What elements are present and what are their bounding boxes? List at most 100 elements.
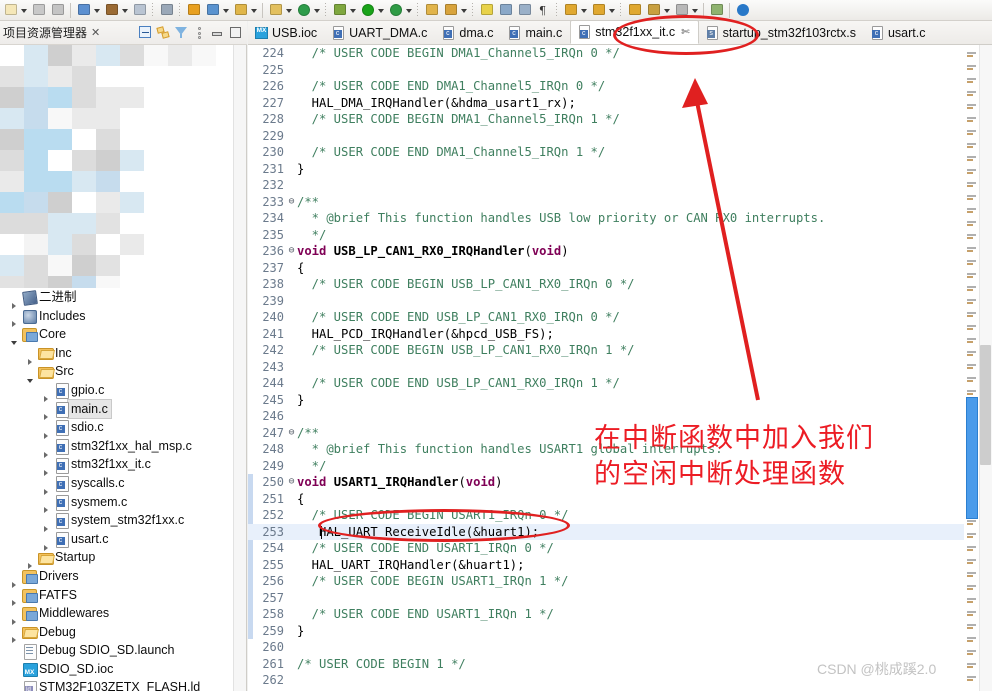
build-all-icon[interactable] [75, 2, 92, 19]
overview-visible-range[interactable] [966, 397, 978, 519]
view-menu-icon[interactable] [192, 25, 207, 40]
profile-icon-group[interactable] [386, 1, 414, 20]
code-line[interactable]: 235 */ [248, 227, 964, 244]
binary-file-icon[interactable] [131, 2, 148, 19]
tree-item-[interactable]: 二进制 [0, 288, 246, 309]
highlight-icon-group[interactable] [477, 1, 496, 20]
tree-item-stm32f1xx-it-c[interactable]: stm32f1xx_it.c [0, 455, 246, 477]
next-annotation-icon-group[interactable] [625, 1, 644, 20]
filter-icon[interactable] [174, 25, 189, 40]
code-line[interactable]: 243 [248, 359, 964, 376]
code-line[interactable]: 237 { [248, 260, 964, 277]
chevron-down-icon[interactable] [608, 2, 617, 19]
highlight-icon[interactable] [478, 2, 495, 19]
search-icon-group[interactable] [157, 1, 176, 20]
fold-toggle-icon[interactable]: ⊖ [287, 243, 296, 260]
toolbar-drag-handle[interactable] [178, 2, 182, 18]
code-line[interactable]: 258 /* USER CODE END USART1_IRQn 1 */ [248, 606, 964, 623]
chevron-down-icon[interactable] [121, 2, 130, 19]
bookmark-down-icon-group[interactable] [561, 1, 589, 20]
build-all-icon-group[interactable] [74, 1, 102, 20]
code-line[interactable]: 255 HAL_UART_IRQHandler(&huart1); [248, 557, 964, 574]
tree-item-system-stm32f1xx-c[interactable]: system_stm32f1xx.c [0, 511, 246, 532]
search-icon[interactable] [158, 2, 175, 19]
toolbar-drag-handle[interactable] [471, 2, 475, 18]
debug-icon-group[interactable] [330, 1, 358, 20]
sidebar-scrollbar[interactable] [233, 45, 246, 691]
minimize-view-icon[interactable] [210, 25, 225, 40]
debug-icon[interactable] [331, 2, 348, 19]
editor-tab-main-c[interactable]: c main.c [501, 21, 570, 44]
save-icon[interactable] [30, 2, 47, 19]
code-line[interactable]: 228 /* USER CODE BEGIN DMA1_Channel5_IRQ… [248, 111, 964, 128]
maximize-view-icon[interactable] [228, 25, 243, 40]
tree-item-core[interactable]: Core [0, 325, 246, 346]
bookmark-down-icon[interactable] [562, 2, 579, 19]
tree-item-debug-sdio-sd-launch[interactable]: Debug SDIO_SD.launch [0, 641, 246, 660]
tree-item-sysmem-c[interactable]: sysmem.c [0, 493, 246, 514]
editor-vertical-scrollbar[interactable] [979, 45, 992, 691]
chevron-down-icon[interactable] [349, 2, 358, 19]
next-annotation-icon[interactable] [626, 2, 643, 19]
open-resource-icon[interactable] [423, 2, 440, 19]
tree-item-middlewares[interactable]: Middlewares [0, 604, 246, 625]
code-line[interactable]: 236 ⊖ void USB_LP_CAN1_RX0_IRQHandler(void… [248, 243, 964, 260]
tree-item-sdio-sd-ioc[interactable]: SDIO_SD.ioc [0, 660, 246, 682]
toolbar-drag-handle[interactable] [555, 2, 559, 18]
new-c-project-icon-group[interactable] [266, 1, 294, 20]
new-file-icon-group[interactable] [1, 1, 29, 20]
tree-item-fatfs[interactable]: FATFS [0, 586, 246, 607]
pencil-icon[interactable] [442, 2, 459, 19]
tree-item-sdio-c[interactable]: sdio.c [0, 418, 246, 439]
code-line[interactable]: 231} [248, 161, 964, 178]
scrollbar-thumb[interactable] [980, 345, 991, 465]
open-resource-icon-group[interactable] [422, 1, 441, 20]
external-tools-icon-group[interactable] [231, 1, 259, 20]
editor-tab-usb-ioc[interactable]: MX USB.ioc [248, 21, 325, 44]
pencil-icon-group[interactable] [441, 1, 469, 20]
code-line[interactable]: 245} [248, 392, 964, 409]
editor-tab-dma-c[interactable]: c dma.c [435, 21, 501, 44]
tree-item-gpio-c[interactable]: gpio.c [0, 381, 246, 402]
bookmark-up-icon[interactable] [590, 2, 607, 19]
toolbar-drag-handle[interactable] [619, 2, 623, 18]
chevron-down-icon[interactable] [377, 2, 386, 19]
code-line[interactable]: 238 /* USER CODE BEGIN USB_LP_CAN1_RX0_I… [248, 276, 964, 293]
code-line[interactable]: 232 [248, 177, 964, 194]
info-icon-group[interactable]: i [733, 1, 752, 20]
overview-ruler[interactable] [965, 45, 979, 691]
code-line[interactable]: 240 /* USER CODE END USB_LP_CAN1_RX0_IRQ… [248, 309, 964, 326]
chevron-down-icon[interactable] [460, 2, 469, 19]
profile-icon[interactable] [387, 2, 404, 19]
fold-toggle-icon[interactable]: ⊖ [287, 425, 296, 442]
build-hammer-icon-group[interactable] [102, 1, 130, 20]
code-line[interactable]: 241 HAL_PCD_IRQHandler(&hpcd_USB_FS); [248, 326, 964, 343]
binary-file-icon-group[interactable] [130, 1, 149, 20]
code-line[interactable]: 225 [248, 62, 964, 79]
toolbar-drag-handle[interactable] [324, 2, 328, 18]
chevron-down-icon[interactable] [580, 2, 589, 19]
fold-toggle-icon[interactable]: ⊖ [287, 474, 296, 491]
chevron-down-icon[interactable] [250, 2, 259, 19]
export-icon-group[interactable] [515, 1, 534, 20]
run-icon-group[interactable] [358, 1, 386, 20]
save-all-icon[interactable] [49, 2, 66, 19]
tree-item-usart-c[interactable]: usart.c [0, 530, 246, 551]
close-view-icon[interactable]: ✕ [91, 26, 100, 39]
export-icon[interactable] [516, 2, 533, 19]
chevron-down-icon[interactable] [93, 2, 102, 19]
tree-item-main-c[interactable]: main.c [0, 398, 246, 421]
link-with-editor-icon[interactable] [156, 25, 171, 40]
code-line[interactable]: 227 HAL_DMA_IRQHandler(&hdma_usart1_rx); [248, 95, 964, 112]
save-icon-group[interactable] [29, 1, 48, 20]
code-line[interactable]: 226 /* USER CODE END DMA1_Channel5_IRQn … [248, 78, 964, 95]
code-line[interactable]: 233 ⊖/** [248, 194, 964, 211]
code-line[interactable]: 224 /* USER CODE BEGIN DMA1_Channel5_IRQ… [248, 45, 964, 62]
run-icon[interactable] [359, 2, 376, 19]
tree-item-startup[interactable]: Startup [0, 548, 246, 570]
code-line[interactable]: 260 [248, 639, 964, 656]
editor-tab-usart-c[interactable]: c usart.c [864, 21, 934, 44]
chevron-down-icon[interactable] [313, 2, 322, 19]
code-line[interactable]: 229 [248, 128, 964, 145]
code-line[interactable]: 242 /* USER CODE BEGIN USB_LP_CAN1_RX0_I… [248, 342, 964, 359]
